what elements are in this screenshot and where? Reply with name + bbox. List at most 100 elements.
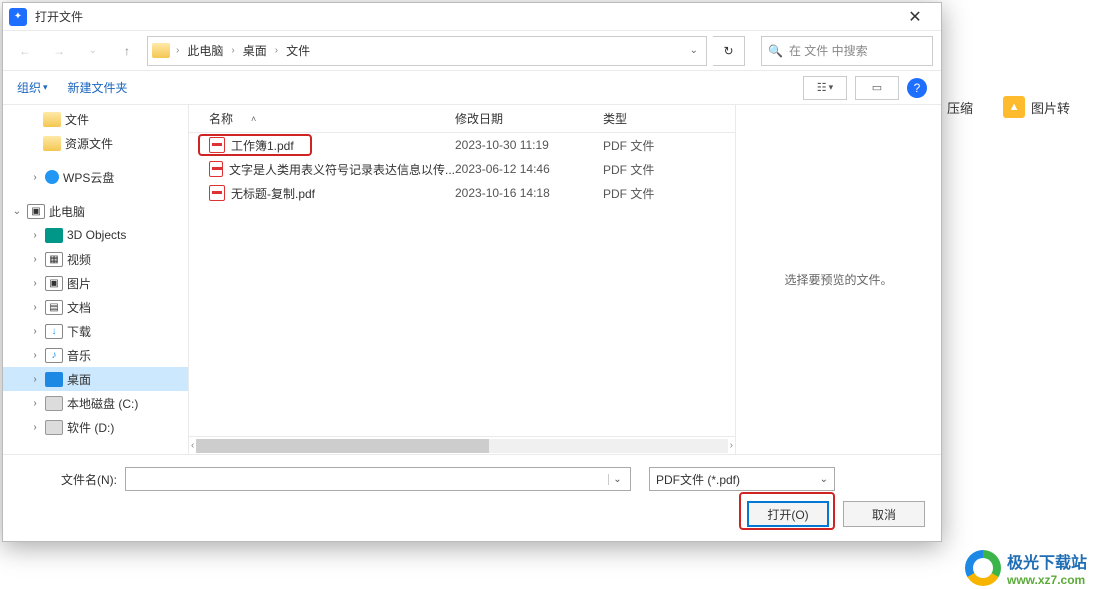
back-button[interactable]: ← — [11, 37, 39, 65]
app-icon: ✦ — [9, 8, 27, 26]
backdrop-images[interactable]: ▲ 图片转 — [1003, 96, 1070, 118]
tree-item-folder[interactable]: 文件 — [3, 107, 188, 131]
chevron-right-icon: › — [231, 45, 234, 56]
folder-icon — [152, 43, 170, 58]
pc-icon: ▣ — [27, 204, 45, 219]
chevron-right-icon: › — [29, 374, 41, 385]
tree-item-wps-cloud[interactable]: ›WPS云盘 — [3, 165, 188, 189]
watermark-url: www.xz7.com — [1007, 573, 1087, 587]
tree-item-pictures[interactable]: ›▣图片 — [3, 271, 188, 295]
address-dropdown[interactable]: ⌄ — [686, 45, 702, 56]
preview-toggle[interactable]: ▭ — [855, 76, 899, 100]
chevron-right-icon: › — [275, 45, 278, 56]
preview-pane: 选择要预览的文件。 — [735, 105, 941, 454]
search-placeholder: 在 文件 中搜索 — [789, 42, 868, 59]
cloud-icon — [45, 170, 59, 184]
titlebar: ✦ 打开文件 ✕ — [3, 3, 941, 31]
dialog-title: 打开文件 — [35, 8, 895, 25]
pdf-icon — [209, 137, 225, 153]
chevron-right-icon: › — [29, 326, 41, 337]
tree-item-music[interactable]: ›♪音乐 — [3, 343, 188, 367]
pdf-icon — [209, 185, 225, 201]
tree-item-documents[interactable]: ›▤文档 — [3, 295, 188, 319]
crumb-folder[interactable]: 文件 — [280, 42, 316, 59]
chevron-right-icon: › — [176, 45, 179, 56]
filetype-select[interactable]: PDF文件 (*.pdf)⌄ — [649, 467, 835, 491]
sort-asc-icon: ˄ — [251, 114, 256, 124]
help-button[interactable]: ? — [907, 78, 927, 98]
cancel-button[interactable]: 取消 — [843, 501, 925, 527]
backdrop-images-label: 图片转 — [1031, 98, 1070, 117]
video-icon: ▦ — [45, 252, 63, 267]
chevron-down-icon: ⌄ — [11, 206, 23, 217]
watermark: 极光下载站 www.xz7.com — [965, 549, 1087, 587]
chevron-right-icon: › — [29, 398, 41, 409]
preview-hint: 选择要预览的文件。 — [784, 271, 892, 288]
filename-label: 文件名(N): — [17, 471, 117, 488]
file-area: 名称˄ 修改日期 类型 工作簿1.pdf 2023-10-30 11:19 PD… — [189, 105, 735, 454]
tree-item-desktop[interactable]: ›桌面 — [3, 367, 188, 391]
drive-icon — [45, 420, 63, 435]
drive-icon — [45, 396, 63, 411]
column-headers: 名称˄ 修改日期 类型 — [189, 105, 735, 133]
picture-icon: ▣ — [45, 276, 63, 291]
backdrop-compress-label: 压缩 — [947, 98, 973, 117]
tree-item-network[interactable]: ›🖧网络 — [3, 449, 188, 454]
navbar: ← → ⌄ ↑ › 此电脑 › 桌面 › 文件 ⌄ ↻ 🔍 在 文件 中搜索 — [3, 31, 941, 71]
refresh-button[interactable]: ↻ — [713, 36, 745, 66]
crumb-pc[interactable]: 此电脑 — [181, 42, 229, 59]
tree-item-drive-c[interactable]: ›本地磁盘 (C:) — [3, 391, 188, 415]
column-name[interactable]: 名称˄ — [209, 110, 455, 127]
tree-item-3d[interactable]: ›3D Objects — [3, 223, 188, 247]
tree-item-drive-d[interactable]: ›软件 (D:) — [3, 415, 188, 439]
view-mode-button[interactable]: ☷▾ — [803, 76, 847, 100]
network-icon: 🖧 — [27, 454, 45, 455]
filename-input[interactable]: ⌄ — [125, 467, 631, 491]
column-type[interactable]: 类型 — [603, 110, 703, 127]
chevron-right-icon: › — [29, 254, 41, 265]
tree-item-resources[interactable]: 资源文件 — [3, 131, 188, 155]
tree-item-downloads[interactable]: ›↓下载 — [3, 319, 188, 343]
forward-button[interactable]: → — [45, 37, 73, 65]
horizontal-scrollbar[interactable]: ‹› — [189, 436, 735, 454]
chevron-right-icon: › — [29, 230, 41, 241]
recent-dropdown[interactable]: ⌄ — [79, 37, 107, 65]
chevron-down-icon[interactable]: ⌄ — [608, 474, 626, 485]
cube-icon — [45, 228, 63, 243]
search-icon: 🔍 — [768, 44, 783, 58]
tree-item-this-pc[interactable]: ⌄▣此电脑 — [3, 199, 188, 223]
dialog-footer: 文件名(N): ⌄ PDF文件 (*.pdf)⌄ 打开(O) 取消 — [3, 454, 941, 541]
music-icon: ♪ — [45, 348, 63, 363]
chevron-right-icon: › — [29, 422, 41, 433]
sidebar: 文件 资源文件 ›WPS云盘 ⌄▣此电脑 ›3D Objects ›▦视频 ›▣… — [3, 105, 189, 454]
address-bar[interactable]: › 此电脑 › 桌面 › 文件 ⌄ — [147, 36, 707, 66]
tree-item-videos[interactable]: ›▦视频 — [3, 247, 188, 271]
chevron-right-icon: › — [29, 172, 41, 183]
file-row[interactable]: 工作簿1.pdf 2023-10-30 11:19 PDF 文件 — [189, 133, 735, 157]
close-button[interactable]: ✕ — [895, 3, 935, 30]
organize-menu[interactable]: 组织▾ — [17, 79, 48, 96]
new-folder-button[interactable]: 新建文件夹 — [68, 79, 128, 96]
chevron-right-icon: › — [29, 302, 41, 313]
image-icon: ▲ — [1003, 96, 1025, 118]
file-row[interactable]: 文字是人类用表义符号记录表达信息以传... 2023-06-12 14:46 P… — [189, 157, 735, 181]
file-row[interactable]: 无标题-复制.pdf 2023-10-16 14:18 PDF 文件 — [189, 181, 735, 205]
column-date[interactable]: 修改日期 — [455, 110, 603, 127]
folder-icon — [43, 112, 61, 127]
pdf-icon — [209, 161, 223, 177]
watermark-title: 极光下载站 — [1007, 549, 1087, 573]
open-file-dialog: ✦ 打开文件 ✕ ← → ⌄ ↑ › 此电脑 › 桌面 › 文件 ⌄ ↻ 🔍 在… — [2, 2, 942, 542]
chevron-down-icon: ⌄ — [820, 474, 828, 485]
chevron-right-icon: › — [29, 350, 41, 361]
search-input[interactable]: 🔍 在 文件 中搜索 — [761, 36, 933, 66]
folder-icon — [43, 136, 61, 151]
watermark-logo-icon — [965, 550, 1001, 586]
document-icon: ▤ — [45, 300, 63, 315]
up-button[interactable]: ↑ — [113, 37, 141, 65]
desktop-icon — [45, 372, 63, 387]
chevron-right-icon: › — [29, 278, 41, 289]
download-icon: ↓ — [45, 324, 63, 339]
open-button[interactable]: 打开(O) — [747, 501, 829, 527]
crumb-desktop[interactable]: 桌面 — [237, 42, 273, 59]
backdrop-compress[interactable]: 压缩 — [947, 98, 973, 117]
